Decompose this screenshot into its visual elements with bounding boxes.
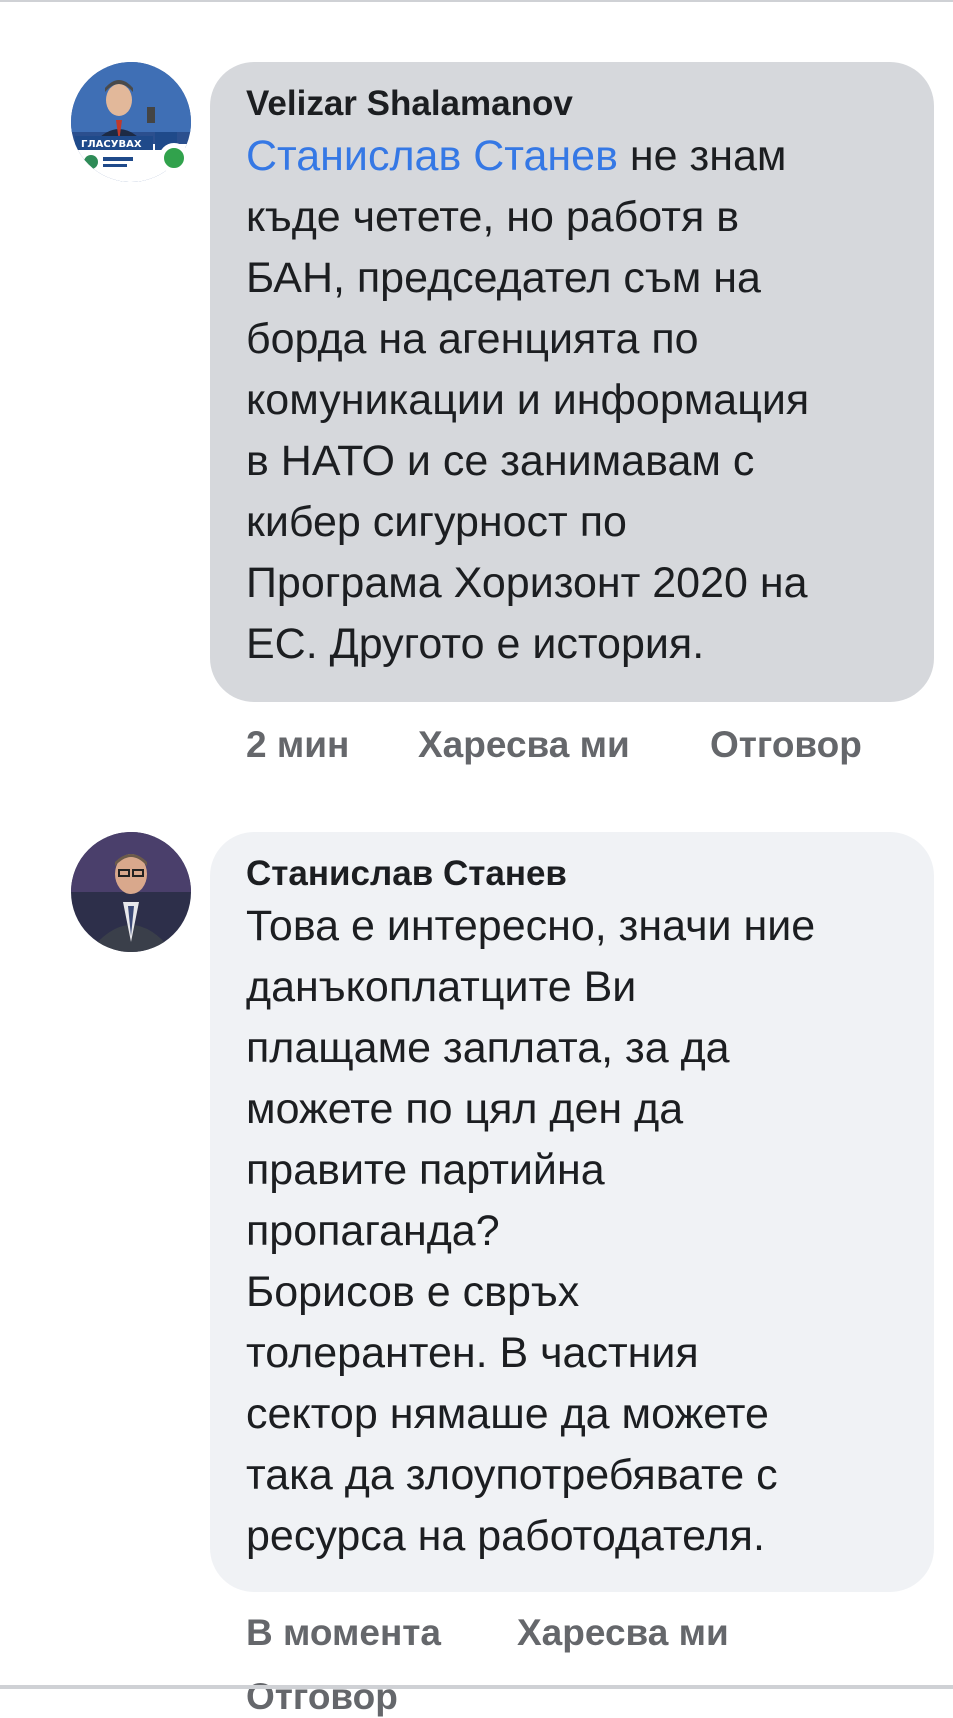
avatar-badge-text: ГЛАСУВАХ: [81, 139, 142, 150]
comment-text: Станислав Станев не знам къде четете, но…: [246, 126, 898, 675]
like-button[interactable]: Харесва ми: [418, 724, 630, 766]
reply-button[interactable]: Отговор: [710, 724, 862, 766]
comment-timestamp[interactable]: 2 мин: [246, 724, 349, 766]
comment-bubble: Станислав Станев Това е интересно, значи…: [210, 832, 934, 1592]
comment-author[interactable]: Станислав Станев: [246, 852, 898, 896]
avatar[interactable]: [71, 832, 191, 952]
mention-link[interactable]: Станислав Станев: [246, 132, 618, 180]
bottom-divider: [0, 1685, 953, 1689]
comment-bubble: Velizar Shalamanov Станислав Станев не з…: [210, 62, 934, 702]
comment-body: не знам къде четете, но работя в БАН, пр…: [246, 132, 810, 668]
comment-timestamp[interactable]: В момента: [246, 1612, 441, 1654]
avatar-photo: [71, 832, 191, 952]
comment-body: Това е интересно, значи ние данъкоплатци…: [246, 902, 816, 1560]
online-status-indicator: [159, 143, 189, 173]
top-divider: [0, 0, 953, 2]
comment-author[interactable]: Velizar Shalamanov: [246, 82, 898, 126]
reply-button[interactable]: Отговор: [246, 1676, 398, 1718]
like-button[interactable]: Харесва ми: [517, 1612, 729, 1654]
